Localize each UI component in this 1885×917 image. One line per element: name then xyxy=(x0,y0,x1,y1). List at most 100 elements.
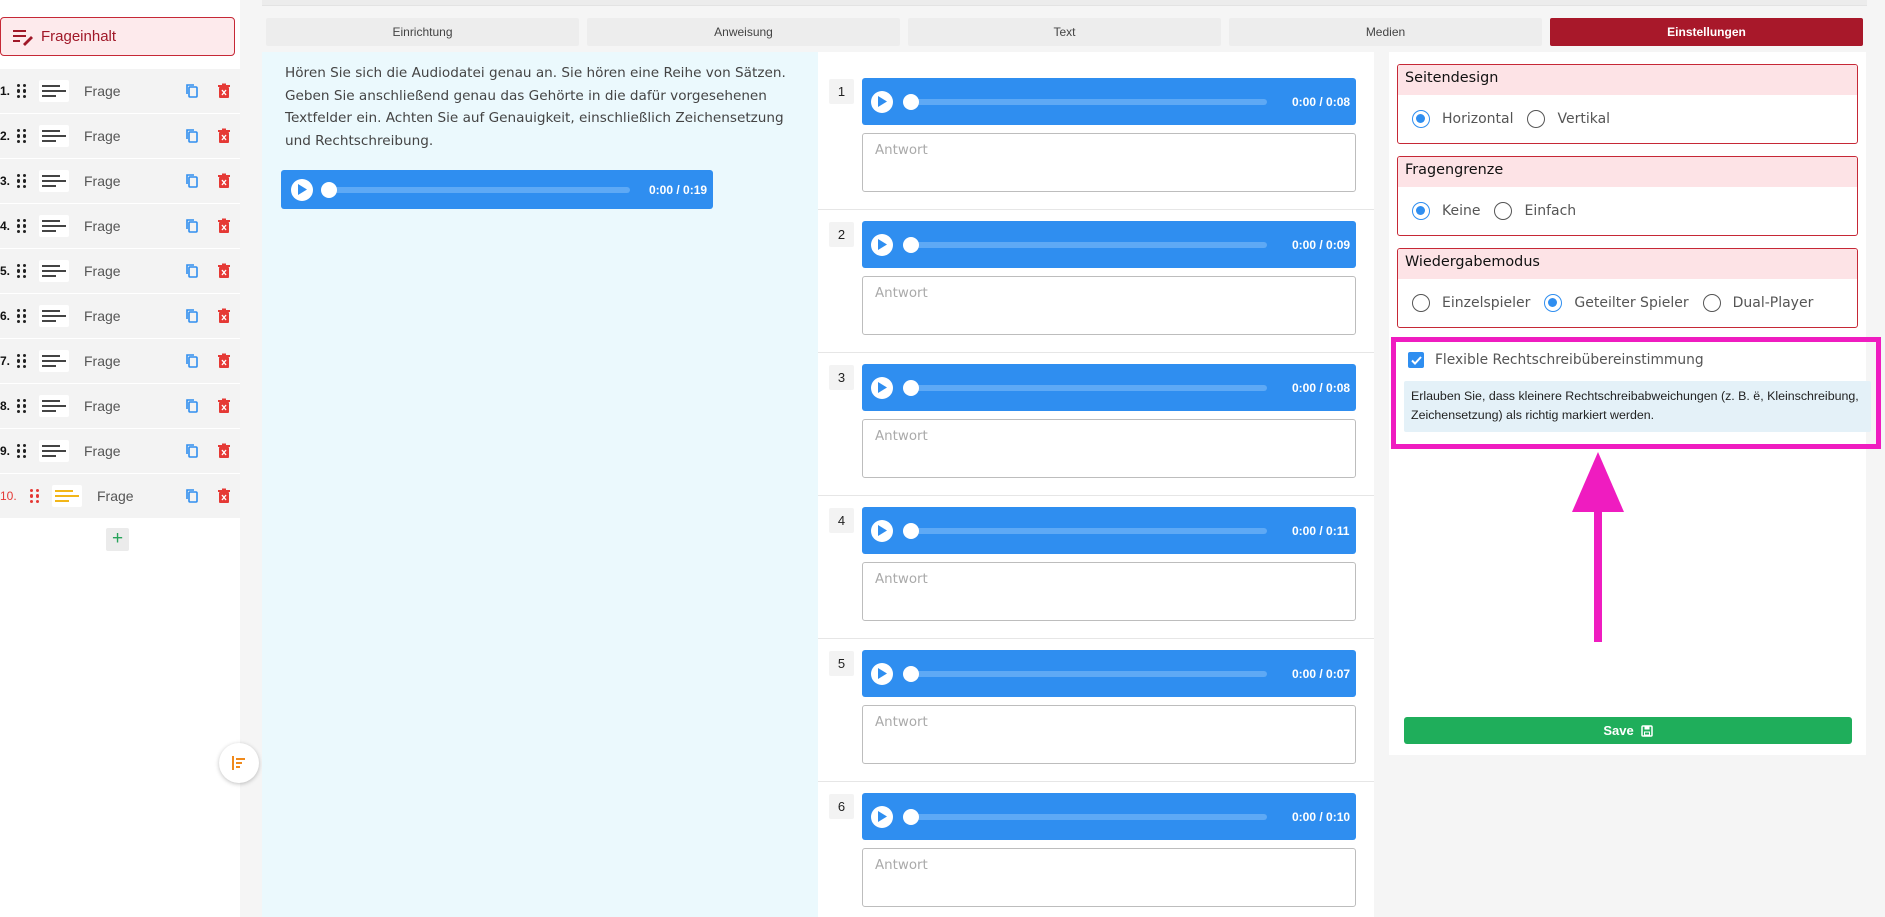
radio-option[interactable]: Geteilter Spieler xyxy=(1544,294,1689,312)
radio-button-icon[interactable] xyxy=(1412,202,1430,220)
drag-handle-icon[interactable] xyxy=(17,218,29,234)
delete-icon[interactable] xyxy=(216,398,232,414)
add-question-button[interactable]: + xyxy=(106,528,129,551)
radio-button-icon[interactable] xyxy=(1494,202,1513,220)
copy-icon[interactable] xyxy=(184,173,200,189)
sidebar-question-item[interactable]: 6. Frage xyxy=(0,294,240,339)
delete-icon[interactable] xyxy=(216,173,232,189)
audio-progress-knob[interactable] xyxy=(321,181,337,198)
delete-icon[interactable] xyxy=(216,353,232,369)
sidebar-question-item[interactable]: 9. Frage xyxy=(0,429,240,474)
sidebar-question-item[interactable]: 5. Frage xyxy=(0,249,240,294)
question-number: 6. xyxy=(0,309,11,323)
drag-handle-icon[interactable] xyxy=(30,488,42,504)
play-icon[interactable] xyxy=(871,90,893,113)
sidebar-question-item[interactable]: 8. Frage xyxy=(0,384,240,429)
audio-progress-track[interactable] xyxy=(903,665,1267,682)
radio-button-icon[interactable] xyxy=(1702,294,1721,312)
question-audio-player[interactable]: 0:00 / 0:08 xyxy=(862,364,1356,411)
radio-option[interactable]: Einzelspieler xyxy=(1412,294,1530,312)
drag-handle-icon[interactable] xyxy=(17,128,29,144)
audio-progress-knob[interactable] xyxy=(903,522,919,539)
play-icon[interactable] xyxy=(871,805,893,828)
audio-progress-track[interactable] xyxy=(903,93,1267,110)
checkbox-checked-icon[interactable] xyxy=(1408,352,1424,368)
question-audio-player[interactable]: 0:00 / 0:09 xyxy=(862,221,1356,268)
audio-progress-knob[interactable] xyxy=(903,665,919,682)
drag-handle-icon[interactable] xyxy=(17,308,29,324)
drag-handle-icon[interactable] xyxy=(17,173,29,189)
tab-einstellungen[interactable]: Einstellungen xyxy=(1550,18,1863,46)
radio-button-icon[interactable] xyxy=(1412,294,1430,312)
sidebar-question-item[interactable]: 3. Frage xyxy=(0,159,240,204)
audio-progress-track[interactable] xyxy=(321,181,630,198)
audio-progress-knob[interactable] xyxy=(903,379,919,396)
play-icon[interactable] xyxy=(871,662,893,685)
delete-icon[interactable] xyxy=(216,263,232,279)
sidebar-question-item[interactable]: 1. Frage xyxy=(0,69,240,114)
radio-option[interactable]: Keine xyxy=(1412,202,1480,220)
answer-input[interactable]: Antwort xyxy=(862,562,1356,621)
copy-icon[interactable] xyxy=(184,398,200,414)
radio-button-icon[interactable] xyxy=(1527,110,1546,128)
radio-option[interactable]: Dual-Player xyxy=(1702,294,1813,312)
question-audio-player[interactable]: 0:00 / 0:10 xyxy=(862,793,1356,840)
delete-icon[interactable] xyxy=(216,128,232,144)
audio-progress-track[interactable] xyxy=(903,808,1267,825)
tab-einrichtung[interactable]: Einrichtung xyxy=(266,18,579,46)
copy-icon[interactable] xyxy=(184,308,200,324)
radio-button-icon[interactable] xyxy=(1412,110,1430,128)
audio-progress-knob[interactable] xyxy=(903,93,919,110)
answer-input[interactable]: Antwort xyxy=(862,133,1356,192)
question-content-header[interactable]: Frageinhalt xyxy=(0,17,235,56)
drag-handle-icon[interactable] xyxy=(17,263,29,279)
audio-progress-track[interactable] xyxy=(903,522,1267,539)
copy-icon[interactable] xyxy=(184,263,200,279)
delete-icon[interactable] xyxy=(216,218,232,234)
audio-progress-track[interactable] xyxy=(903,236,1267,253)
radio-button-icon[interactable] xyxy=(1544,294,1563,312)
copy-icon[interactable] xyxy=(184,83,200,99)
answer-input[interactable]: Antwort xyxy=(862,276,1356,335)
answer-input[interactable]: Antwort xyxy=(862,848,1356,907)
play-icon[interactable] xyxy=(871,519,893,542)
sidebar-question-item[interactable]: 4. Frage xyxy=(0,204,240,249)
copy-icon[interactable] xyxy=(184,128,200,144)
audio-progress-knob[interactable] xyxy=(903,236,919,253)
delete-icon[interactable] xyxy=(216,308,232,324)
play-icon[interactable] xyxy=(871,376,893,399)
copy-icon[interactable] xyxy=(184,488,200,504)
copy-icon[interactable] xyxy=(184,218,200,234)
tab-text[interactable]: Text xyxy=(908,18,1221,46)
play-icon[interactable] xyxy=(291,178,313,201)
tab-anweisung[interactable]: Anweisung xyxy=(587,18,900,46)
question-audio-player[interactable]: 0:00 / 0:11 xyxy=(862,507,1356,554)
sidebar-question-item[interactable]: 10. Frage xyxy=(0,474,240,519)
audio-progress-track[interactable] xyxy=(903,379,1267,396)
answer-input[interactable]: Antwort xyxy=(862,419,1356,478)
drag-handle-icon[interactable] xyxy=(17,398,29,414)
copy-icon[interactable] xyxy=(184,353,200,369)
main-audio-player[interactable]: 0:00 / 0:19 xyxy=(281,170,713,209)
delete-icon[interactable] xyxy=(216,83,232,99)
drag-handle-icon[interactable] xyxy=(17,353,29,369)
flexible-spelling-checkbox[interactable]: Flexible Rechtschreibübereinstimmung xyxy=(1408,352,1704,368)
delete-icon[interactable] xyxy=(216,488,232,504)
save-button[interactable]: Save xyxy=(1404,717,1852,744)
drag-handle-icon[interactable] xyxy=(17,443,29,459)
delete-icon[interactable] xyxy=(216,443,232,459)
answer-input[interactable]: Antwort xyxy=(862,705,1356,764)
tab-medien[interactable]: Medien xyxy=(1229,18,1542,46)
sidebar-question-item[interactable]: 7. Frage xyxy=(0,339,240,384)
radio-option[interactable]: Horizontal xyxy=(1412,110,1513,128)
question-audio-player[interactable]: 0:00 / 0:07 xyxy=(862,650,1356,697)
play-icon[interactable] xyxy=(871,233,893,256)
radio-option[interactable]: Einfach xyxy=(1494,202,1576,220)
collapse-sidebar-button[interactable] xyxy=(219,743,259,783)
sidebar-question-item[interactable]: 2. Frage xyxy=(0,114,240,159)
drag-handle-icon[interactable] xyxy=(17,83,29,99)
radio-option[interactable]: Vertikal xyxy=(1527,110,1610,128)
audio-progress-knob[interactable] xyxy=(903,808,919,825)
question-audio-player[interactable]: 0:00 / 0:08 xyxy=(862,78,1356,125)
copy-icon[interactable] xyxy=(184,443,200,459)
